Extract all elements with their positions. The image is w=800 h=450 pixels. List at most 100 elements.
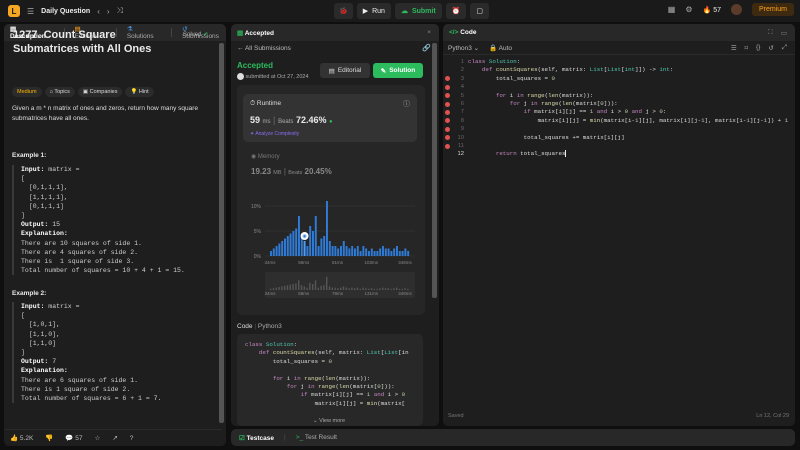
timer-icon[interactable]: ⏰ bbox=[445, 3, 467, 19]
bar bbox=[270, 251, 272, 256]
bar bbox=[312, 231, 314, 256]
tab-test-result[interactable]: >_ Test Result bbox=[296, 434, 337, 441]
topics-tag[interactable]: ⌂ Topics bbox=[44, 87, 75, 97]
problem-title[interactable]: 1277. Count Square Submatrices with All … bbox=[13, 28, 183, 56]
mini-bar bbox=[278, 287, 280, 290]
example-line: Input: matrix = bbox=[21, 166, 80, 173]
runtime-label: ⏱ Runtime bbox=[250, 100, 282, 107]
bar bbox=[286, 236, 289, 256]
tab-accepted[interactable]: ▤ Accepted bbox=[237, 29, 274, 37]
line-number[interactable]: 8 bbox=[448, 117, 464, 125]
line-number[interactable]: 3 bbox=[448, 75, 464, 83]
expand-icon[interactable]: ⤢ bbox=[782, 44, 787, 52]
breakpoint-icon[interactable] bbox=[445, 126, 450, 132]
editorial-button[interactable]: ▤ Editorial bbox=[320, 63, 370, 78]
prev-icon[interactable]: ‹ bbox=[97, 7, 100, 16]
x-tick-label: 58ms bbox=[298, 260, 310, 265]
companies-tag[interactable]: ▣ Companies bbox=[77, 87, 123, 97]
hint-tag[interactable]: 💡 Hint bbox=[125, 87, 154, 97]
example-line: Total number of squares = 6 + 1 = 7. bbox=[21, 395, 162, 403]
line-number[interactable]: 4 bbox=[448, 83, 464, 91]
memory-label[interactable]: ◉ Memory bbox=[251, 153, 280, 160]
mini-tick-label: 131ms bbox=[364, 291, 378, 296]
breakpoint-icon[interactable] bbox=[445, 84, 450, 90]
submitted-code-block: class Solution: def countSquares(self, m… bbox=[237, 334, 423, 426]
shuffle-icon[interactable]: ⤨ bbox=[117, 6, 123, 16]
share-icon[interactable]: ↗ bbox=[112, 434, 117, 442]
layout-split-icon[interactable]: ▭ bbox=[781, 29, 787, 37]
mini-tick-label: 58ms bbox=[298, 291, 310, 296]
mini-bar bbox=[320, 285, 322, 290]
submit-button[interactable]: ☁ Submit bbox=[394, 3, 442, 19]
line-number[interactable]: 6 bbox=[448, 100, 464, 108]
leetcode-logo[interactable]: L bbox=[8, 5, 20, 17]
bar bbox=[317, 246, 320, 256]
bar bbox=[398, 251, 401, 256]
help-icon[interactable]: ? bbox=[130, 435, 134, 442]
line-number[interactable]: 1 bbox=[448, 58, 464, 66]
problem-list-title[interactable]: Daily Question bbox=[41, 8, 90, 15]
bar bbox=[298, 216, 300, 256]
close-icon[interactable]: × bbox=[427, 29, 431, 36]
settings-icon[interactable]: ⚙ bbox=[685, 5, 692, 14]
line-number[interactable]: 2 bbox=[448, 66, 464, 74]
view-more-button[interactable]: ⌄ View more bbox=[313, 418, 345, 424]
mini-bar bbox=[393, 288, 395, 290]
debug-button[interactable]: 🐞 bbox=[334, 3, 353, 19]
tab-code[interactable]: </> Code bbox=[449, 29, 476, 36]
all-submissions-link[interactable]: ← All Submissions bbox=[237, 45, 291, 52]
next-icon[interactable]: › bbox=[107, 7, 110, 16]
line-number[interactable]: 7 bbox=[448, 108, 464, 116]
solution-button[interactable]: ✎ Solution bbox=[373, 63, 423, 78]
layout-icon[interactable]: ▦ bbox=[668, 5, 676, 14]
premium-button[interactable]: Premium bbox=[751, 3, 794, 16]
runtime-card[interactable]: ⏱ Runtime ⓘ 59 ms | Beats 72.46% ● ✦ Ana… bbox=[243, 94, 417, 142]
star-icon[interactable]: ☆ bbox=[95, 434, 101, 442]
line-number[interactable]: 10 bbox=[448, 134, 464, 142]
streak-counter[interactable]: 🔥 57 bbox=[703, 6, 721, 14]
dislike-icon[interactable]: 👎 bbox=[45, 434, 53, 442]
like-button[interactable]: 👍 5.2K bbox=[10, 434, 33, 442]
notes-icon[interactable]: ▢ bbox=[470, 3, 490, 19]
bar bbox=[320, 238, 323, 256]
mini-bar bbox=[359, 288, 361, 290]
info-icon[interactable]: ⓘ bbox=[403, 99, 410, 109]
x-tick-label: 348ms bbox=[398, 260, 412, 265]
runtime-distribution-chart[interactable]: 10% 5% 0% ◉ 34ms 58ms 81ms 103ms 348ms 34ms 58ms 78… bbox=[243, 190, 423, 308]
bar bbox=[281, 241, 284, 256]
language-select[interactable]: Python3 ⌄ bbox=[448, 44, 479, 52]
line-number[interactable]: 9 bbox=[448, 125, 464, 133]
line-number[interactable]: 11 bbox=[448, 142, 464, 150]
bar bbox=[373, 251, 376, 256]
comments-button[interactable]: 💬 57 bbox=[65, 434, 82, 442]
scrollbar[interactable] bbox=[219, 43, 224, 423]
code-editor[interactable]: class Solution: def countSquares(self, m… bbox=[468, 58, 788, 159]
problem-tags: Medium ⌂ Topics ▣ Companies 💡 Hint bbox=[12, 87, 154, 97]
auto-mode[interactable]: 🔒 Auto bbox=[489, 44, 512, 52]
mini-bar bbox=[396, 287, 398, 290]
breakpoint-icon[interactable] bbox=[445, 101, 450, 107]
reset-icon[interactable]: ↺ bbox=[768, 44, 773, 52]
analyze-complexity-link[interactable]: ✦ Analyze Complexity bbox=[250, 131, 299, 137]
list-icon[interactable]: ☰ bbox=[27, 7, 34, 16]
run-button[interactable]: ▶ Run bbox=[356, 3, 391, 19]
breakpoint-icon[interactable] bbox=[445, 143, 450, 149]
line-number[interactable]: 5 bbox=[448, 92, 464, 100]
braces-icon[interactable]: {} bbox=[756, 44, 760, 52]
bar bbox=[337, 248, 340, 256]
note-icon[interactable]: ☰ bbox=[731, 44, 737, 52]
avatar[interactable] bbox=[730, 4, 742, 15]
line-number[interactable]: 12 bbox=[448, 150, 464, 158]
bar bbox=[365, 248, 368, 256]
mini-bar bbox=[281, 286, 283, 290]
maximize-icon[interactable]: ⛶ bbox=[768, 29, 773, 37]
example-line: [1,0,1], bbox=[21, 321, 61, 329]
scrollbar[interactable] bbox=[432, 43, 437, 298]
link-icon[interactable]: 🔗 bbox=[422, 44, 431, 52]
bookmark-icon[interactable]: ⌑ bbox=[745, 44, 748, 52]
example-1-box: Input: matrix = [ [0,1,1,1], [1,1,1,1], [… bbox=[12, 165, 208, 276]
breakpoint-icon[interactable] bbox=[445, 109, 450, 115]
bar bbox=[390, 251, 393, 256]
saved-status: Saved bbox=[448, 413, 464, 419]
tab-testcase[interactable]: ☑ Testcase bbox=[239, 434, 274, 442]
